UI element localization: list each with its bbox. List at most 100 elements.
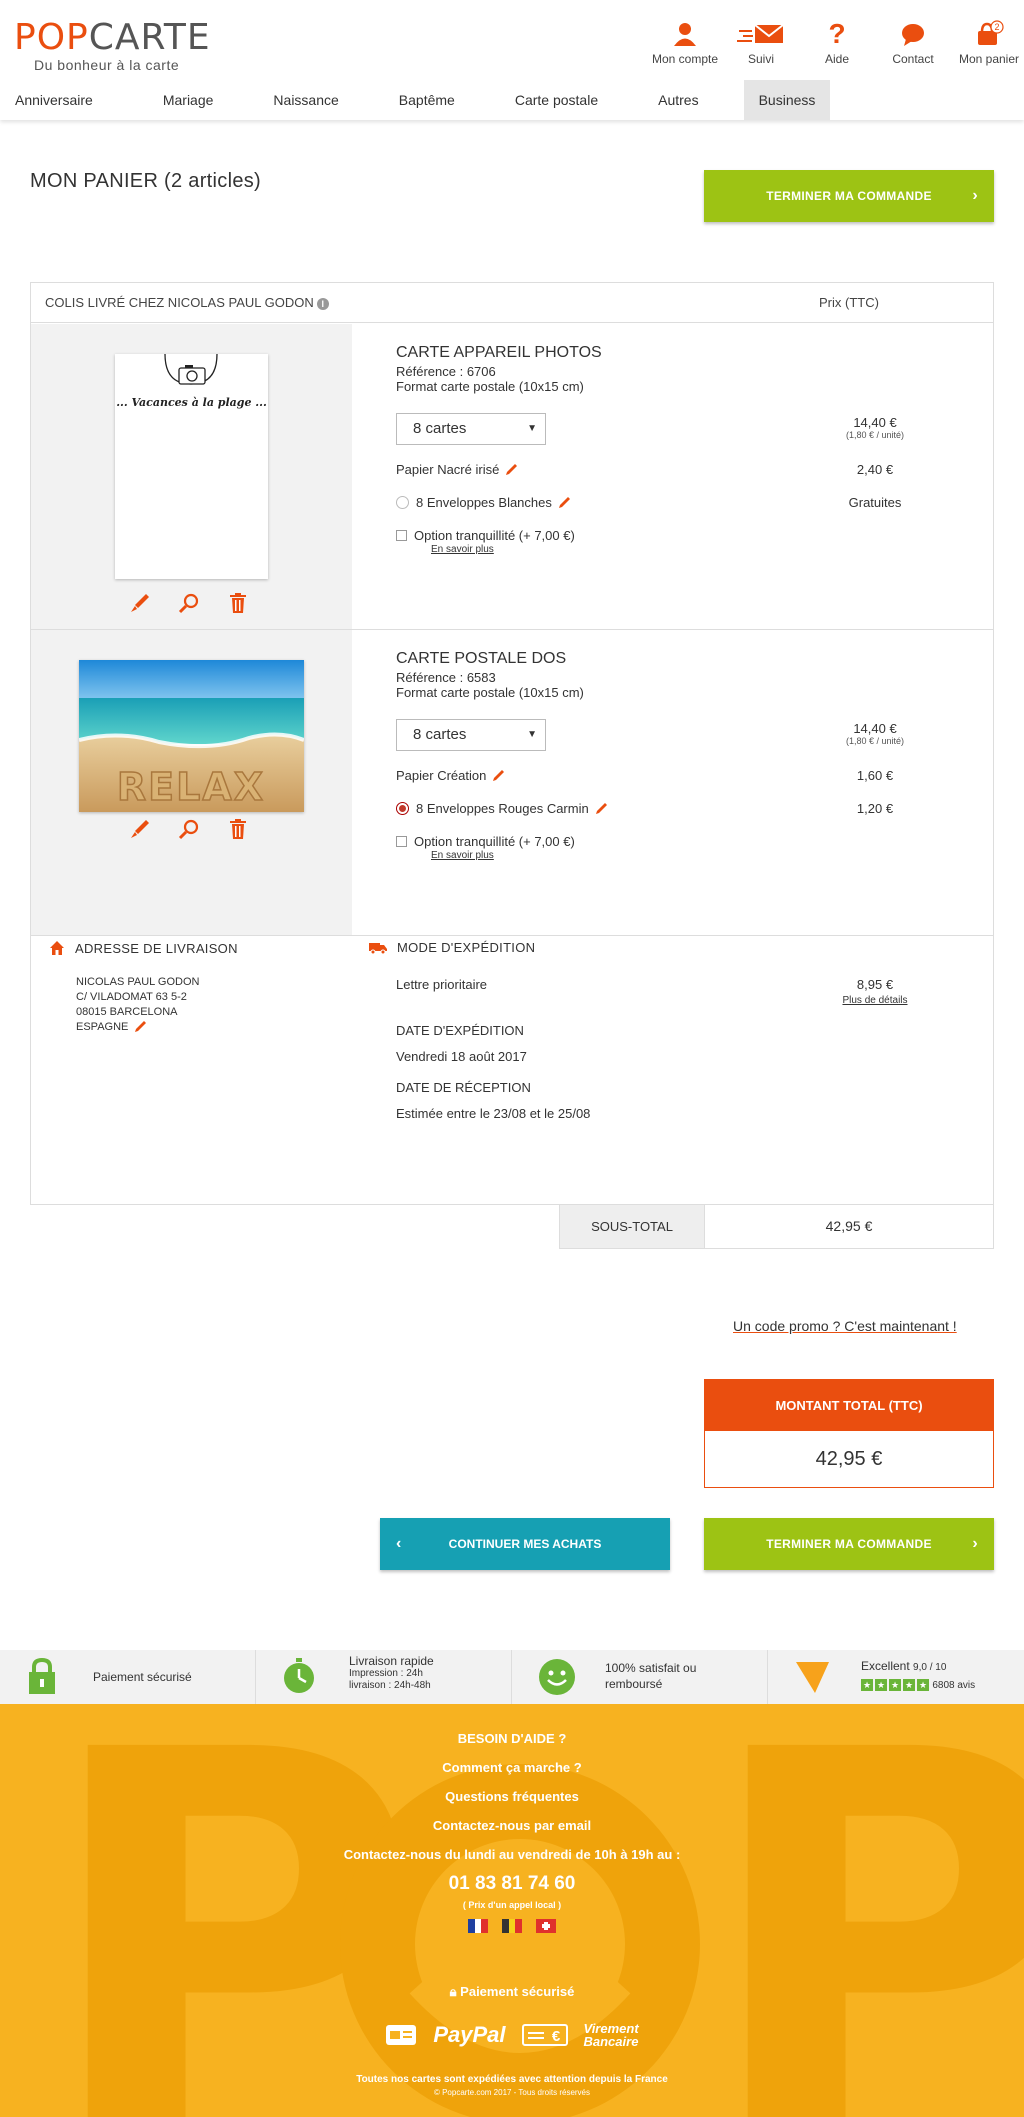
- envelope-radio[interactable]: [396, 496, 409, 509]
- chevron-right-icon: ›: [972, 187, 978, 204]
- product-thumbnail[interactable]: ... Vacances à la plage ...: [115, 354, 268, 579]
- product-format: Format carte postale (10x15 cm): [396, 379, 584, 394]
- account-label: Mon compte: [651, 52, 719, 66]
- home-icon: [50, 941, 64, 955]
- pencil-icon[interactable]: [491, 769, 505, 783]
- nav-carte-postale[interactable]: Carte postale: [500, 80, 613, 120]
- cart-link[interactable]: 2 Mon panier: [954, 20, 1024, 66]
- tranquility-option[interactable]: Option tranquillité (+ 7,00 €): [396, 528, 575, 543]
- edit-brush-icon[interactable]: [129, 592, 151, 614]
- contact-link[interactable]: Contact: [878, 20, 948, 66]
- account-link[interactable]: Mon compte: [650, 20, 720, 66]
- finish-order-button-top[interactable]: TERMINER MA COMMANDE ›: [704, 170, 994, 222]
- help-link[interactable]: ? Aide: [802, 20, 872, 66]
- finish-order-button-bottom[interactable]: TERMINER MA COMMANDE ›: [704, 1518, 994, 1570]
- rating-label: Excellent 9,0 / 10 ★ ★ ★ ★ ★ 6808 avis: [861, 1659, 976, 1691]
- email-contact-link[interactable]: Contactez-nous par email: [0, 1811, 1024, 1840]
- quantity-select[interactable]: 8 cartes ▼: [396, 413, 546, 445]
- cart-count: 2: [994, 22, 999, 32]
- header-actions: Mon compte Suivi ? Aide Contact 2 Mon pa…: [644, 20, 1024, 66]
- pencil-icon[interactable]: [133, 1020, 147, 1034]
- tranquility-checkbox[interactable]: [396, 530, 407, 541]
- product-name: CARTE APPAREIL PHOTOS: [396, 344, 602, 361]
- card-caption: ... Vacances à la plage ...: [116, 396, 267, 409]
- trash-icon[interactable]: [227, 592, 249, 614]
- footer-help: BESOIN D'AIDE ? Comment ça marche ? Ques…: [0, 1724, 1024, 1933]
- unit-price: (1,80 € / unité): [845, 430, 905, 440]
- product-image-column: RELAX: [31, 630, 352, 935]
- flag-fr-icon[interactable]: [468, 1919, 489, 1933]
- logo-carte: CARTE: [88, 17, 211, 58]
- camera-icon: [164, 354, 218, 385]
- nav-bapteme[interactable]: Baptême: [384, 80, 470, 120]
- tagline: Du bonheur à la carte: [34, 57, 180, 73]
- trash-icon[interactable]: [227, 818, 249, 840]
- paper-option[interactable]: Papier Création: [396, 768, 505, 783]
- pencil-icon[interactable]: [594, 802, 608, 816]
- payment-logos: PayPal € Virement Bancaire: [0, 2022, 1024, 2048]
- promo-code-link[interactable]: Un code promo ? C'est maintenant !: [733, 1318, 957, 1334]
- lock-icon: 🔒︎: [449, 1984, 457, 1999]
- reception-date-heading: DATE DE RÉCEPTION: [396, 1080, 531, 1095]
- envelope-price: Gratuites: [848, 495, 902, 510]
- svg-text:€: €: [551, 2028, 560, 2045]
- paper-option[interactable]: Papier Nacré irisé: [396, 462, 518, 477]
- paper-price: 1,60 €: [856, 768, 894, 783]
- rating-score: 9,0 / 10: [913, 1662, 947, 1673]
- tranquility-option[interactable]: Option tranquillité (+ 7,00 €): [396, 834, 575, 849]
- learn-more-link[interactable]: En savoir plus: [431, 544, 494, 555]
- nav-anniversaire[interactable]: Anniversaire: [0, 80, 108, 120]
- copyright: © Popcarte.com 2017 - Tous droits réserv…: [433, 2088, 591, 2097]
- chat-icon: [902, 24, 924, 46]
- pencil-icon[interactable]: [504, 463, 518, 477]
- site-footer: P P BESOIN D'AIDE ? Comment ça marche ? …: [0, 1704, 1024, 2117]
- bank-transfer-logo: Virement Bancaire: [583, 2021, 639, 2049]
- envelope-radio-selected[interactable]: [396, 802, 409, 815]
- envelope-option[interactable]: 8 Enveloppes Blanches: [396, 495, 571, 510]
- beach-image: RELAX: [79, 660, 304, 812]
- continue-shopping-button[interactable]: ‹ CONTINUER MES ACHATS: [380, 1518, 670, 1570]
- logo[interactable]: POPCARTE: [14, 18, 211, 58]
- product-thumbnail[interactable]: RELAX: [79, 660, 304, 812]
- total-box: MONTANT TOTAL (TTC) 42,95 €: [704, 1379, 994, 1488]
- envelope-icon: [737, 24, 784, 43]
- footer-secure-payment: 🔒︎ Paiement sécurisé: [0, 1984, 1024, 2000]
- subtotal-row: SOUS-TOTAL 42,95 €: [559, 1205, 994, 1249]
- learn-more-link[interactable]: En savoir plus: [431, 850, 494, 861]
- zoom-icon[interactable]: [178, 592, 200, 614]
- shipping-details-link[interactable]: Plus de détails: [819, 995, 931, 1006]
- nav-autres[interactable]: Autres: [643, 80, 713, 120]
- address-line: ESPAGNE: [76, 1020, 199, 1035]
- edit-brush-icon[interactable]: [129, 818, 151, 840]
- satisfaction-cell: 100% satisfait ou remboursé: [512, 1650, 768, 1704]
- how-it-works-link[interactable]: Comment ça marche ?: [0, 1753, 1024, 1782]
- quantity-select[interactable]: 8 cartes ▼: [396, 719, 546, 751]
- envelope-option[interactable]: 8 Enveloppes Rouges Carmin: [396, 801, 608, 816]
- nav-naissance[interactable]: Naissance: [258, 80, 353, 120]
- cart-table: COLIS LIVRÉ CHEZ NICOLAS PAUL GODON i Pri…: [30, 282, 994, 1205]
- product-format: Format carte postale (10x15 cm): [396, 685, 584, 700]
- delivery-address: NICOLAS PAUL GODON C/ VILADOMAT 63 5-2 0…: [76, 975, 199, 1035]
- tracking-link[interactable]: Suivi: [726, 20, 796, 66]
- rating-cell: Excellent 9,0 / 10 ★ ★ ★ ★ ★ 6808 avis: [768, 1650, 1024, 1704]
- pencil-icon[interactable]: [557, 496, 571, 510]
- contact-hours: Contactez-nous du lundi au vendredi de 1…: [343, 1847, 681, 1862]
- product-tools: [129, 592, 249, 614]
- info-icon[interactable]: i: [316, 297, 329, 310]
- flag-be-icon[interactable]: [502, 1919, 523, 1933]
- total-label: MONTANT TOTAL (TTC): [705, 1380, 993, 1431]
- product-details: CARTE APPAREIL PHOTOS Référence : 6706 F…: [396, 344, 602, 394]
- phone-number[interactable]: 01 83 81 74 60: [0, 1869, 1024, 1899]
- tranquility-checkbox[interactable]: [396, 836, 407, 847]
- colis-label: COLIS LIVRÉ CHEZ NICOLAS PAUL GODON i: [45, 295, 329, 310]
- relax-text: RELAX: [117, 765, 265, 809]
- nav-mariage[interactable]: Mariage: [148, 80, 229, 120]
- bank-card-euro-icon: €: [521, 2024, 568, 2046]
- faq-link[interactable]: Questions fréquentes: [0, 1782, 1024, 1811]
- zoom-icon[interactable]: [178, 818, 200, 840]
- secure-payment-label: Paiement sécurisé: [460, 1984, 575, 1999]
- fast-delivery-cell: Livraison rapide Impression : 24h livrai…: [256, 1650, 512, 1704]
- flag-ch-icon[interactable]: [536, 1919, 556, 1933]
- nav-business[interactable]: Business: [743, 80, 831, 120]
- logo-pop: POP: [14, 17, 89, 58]
